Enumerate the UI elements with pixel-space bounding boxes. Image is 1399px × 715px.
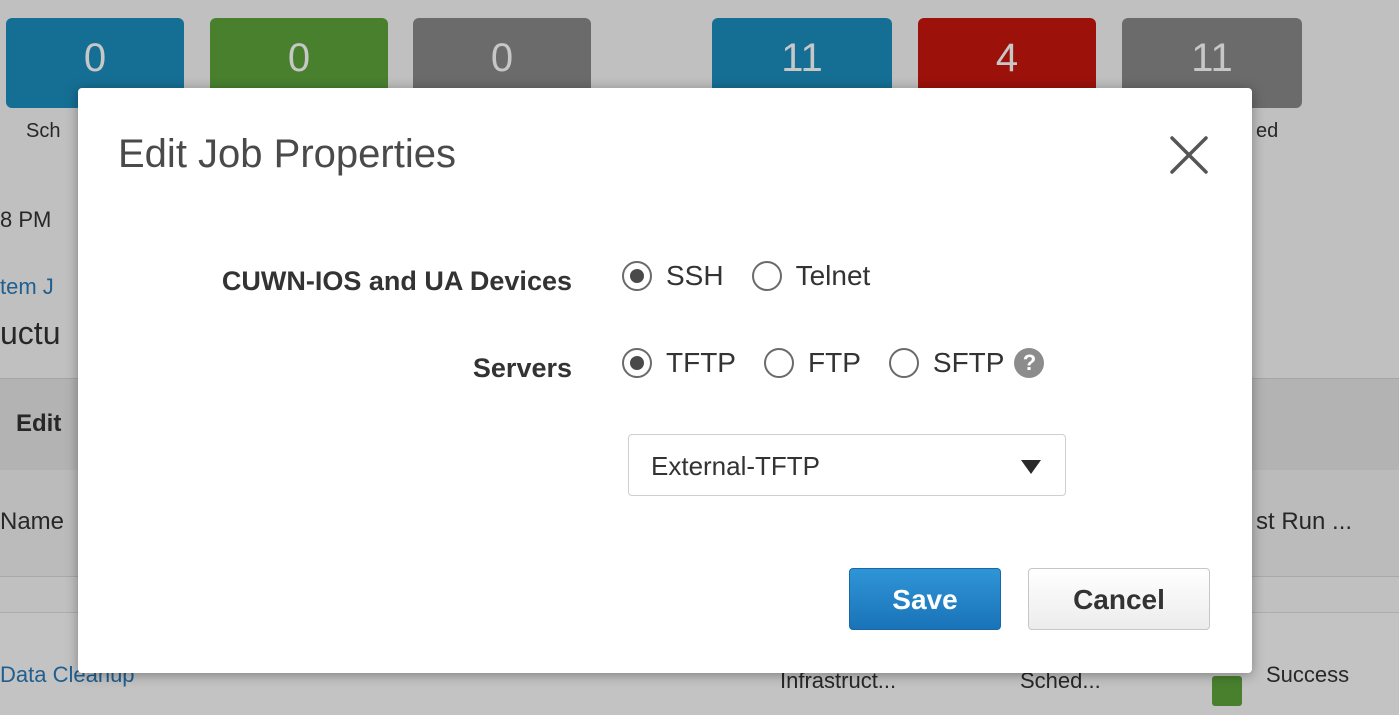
radio-telnet-circle[interactable] <box>751 261 782 291</box>
radio-sftp-circle[interactable] <box>888 348 919 378</box>
server-select-dropdown[interactable]: External-TFTP <box>628 434 1066 496</box>
radio-tftp-circle[interactable] <box>622 348 652 378</box>
radio-tftp[interactable]: TFTP <box>622 347 736 379</box>
radio-telnet-label: Telnet <box>795 260 871 291</box>
radio-ftp[interactable]: FTP <box>764 347 861 379</box>
servers-protocol-radio-group: TFTP FTP SFTP ? <box>622 347 1045 379</box>
radio-telnet[interactable]: Telnet <box>751 260 871 292</box>
radio-ftp-circle[interactable] <box>764 348 794 378</box>
devices-protocol-radio-group: SSH Telnet <box>622 260 898 292</box>
radio-ssh[interactable]: SSH <box>622 260 724 292</box>
edit-job-properties-dialog: Edit Job Properties CUWN-IOS and UA Devi… <box>78 88 1252 673</box>
close-icon[interactable] <box>1166 132 1212 178</box>
servers-protocol-label: Servers <box>472 353 572 383</box>
dialog-title: Edit Job Properties <box>118 132 456 176</box>
radio-ssh-label: SSH <box>666 260 724 291</box>
radio-tftp-label: TFTP <box>666 347 736 378</box>
radio-ssh-circle[interactable] <box>622 261 652 291</box>
server-select-value: External-TFTP <box>651 451 821 481</box>
cancel-button[interactable]: Cancel <box>1028 568 1210 630</box>
help-icon[interactable]: ? <box>1014 348 1045 378</box>
radio-sftp-label: SFTP <box>932 347 1005 378</box>
save-button[interactable]: Save <box>849 568 1001 630</box>
devices-protocol-label: CUWN-IOS and UA Devices <box>221 266 572 296</box>
radio-sftp[interactable]: SFTP <box>888 347 1005 379</box>
dropdown-arrow-icon <box>1021 460 1041 474</box>
radio-ftp-label: FTP <box>808 347 861 378</box>
